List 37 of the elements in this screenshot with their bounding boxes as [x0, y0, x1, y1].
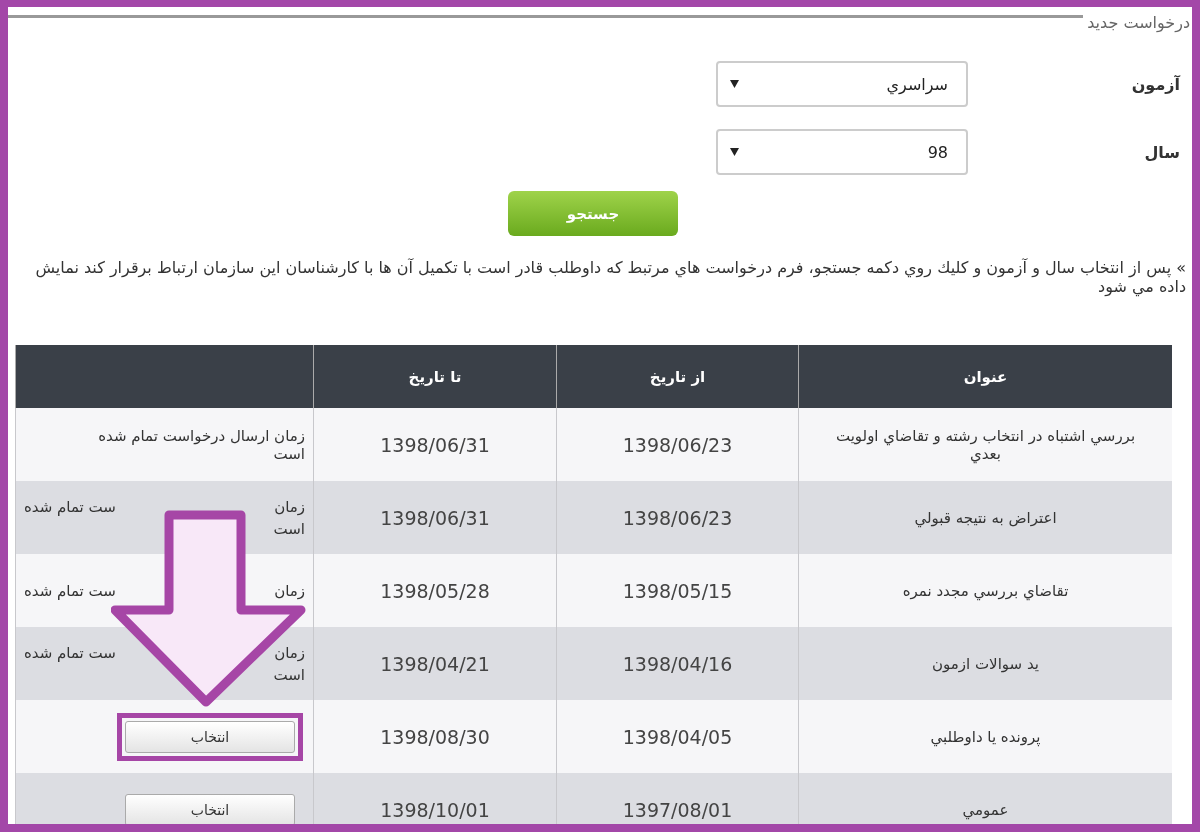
table-cell: 1398/04/05: [622, 725, 733, 748]
status-text: زمان: [273, 497, 305, 516]
table-cell: يد سوالات ازمون: [932, 654, 1039, 673]
status-text: زمان: [274, 581, 305, 600]
table-cell: 1398/08/30: [380, 725, 490, 748]
dropdown-field[interactable]: سراسري: [716, 61, 968, 107]
caret-icon: [730, 80, 739, 88]
select-button[interactable]: انتخاب: [125, 720, 295, 753]
table-cell: 1398/04/21: [380, 652, 490, 675]
table-cell: 1398/05/15: [622, 579, 733, 602]
field-label: آزمون: [1130, 74, 1182, 94]
table-cell: 1398/06/31: [380, 506, 490, 529]
table-cell: تقاضاي بررسي مجدد نمره: [902, 581, 1069, 600]
info-text: » پس از انتخاب سال و آزمون و كليك روي دكمه جستجو، فرم درخواست هاي مرتبط كه داوطلب قادر است با تكميل آن ها با كارشناسان اين سازمان ارتباط برقرار كند نمايش داده مي شود: [34, 258, 1186, 296]
select-button[interactable]: انتخاب: [125, 793, 295, 824]
table-cell: 1398/04/16: [622, 652, 733, 675]
status-text: زمان ارسال درخواست تمام شده است: [97, 426, 305, 463]
dropdown-field[interactable]: 98: [716, 129, 968, 175]
table-cell: اعتراض به نتيجه قبولي: [914, 508, 1057, 527]
status-text: است: [273, 519, 305, 538]
table-cell: 1398/05/28: [380, 579, 490, 602]
status-text: ست تمام شده: [24, 643, 116, 662]
table-cell: 1398/10/01: [380, 798, 490, 821]
status-text: زمان: [273, 643, 305, 662]
table-cell: پرونده يا داوطلبي: [930, 727, 1041, 746]
section-legend: درخواست جديد: [1087, 13, 1190, 32]
status-text: ست تمام شده: [24, 497, 116, 516]
table-cell: 1398/06/23: [622, 506, 733, 529]
field-label: سال: [1143, 142, 1181, 162]
caret-icon: [730, 148, 739, 156]
status-text: است: [273, 665, 305, 684]
status-text: ست تمام شده: [24, 581, 116, 600]
table-cell: عمومي: [962, 800, 1009, 819]
table-cell: 1397/08/01: [622, 798, 733, 821]
table-cell: 1398/06/23: [622, 433, 733, 456]
table-cell: 1398/06/31: [380, 433, 490, 456]
table-cell-text: بررسي اشتباه در انتخاب رشته و تقاضاي اولويت بعدي: [834, 426, 1137, 463]
